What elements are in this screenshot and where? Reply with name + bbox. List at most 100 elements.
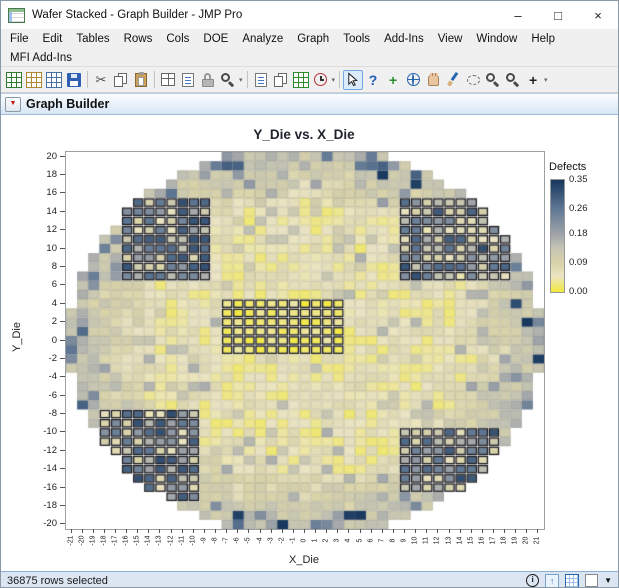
minimize-button[interactable]: –	[498, 1, 538, 29]
x-axis-tick-label: 16	[478, 536, 486, 545]
menu-bar: File Edit Tables Rows Cols DOE Analyze Graph Too…	[1, 29, 618, 50]
app-window: Wafer Stacked - Graph Builder - JMP Pro …	[0, 0, 619, 588]
help-tool-icon[interactable]: ?	[363, 70, 383, 90]
crosshair-tool-icon[interactable]: +	[383, 70, 403, 90]
x-axis-tick-label: -6	[233, 537, 241, 544]
toolbar-separator	[246, 71, 248, 88]
x-axis-tick-label: 5	[356, 538, 364, 543]
x-axis-tick-label: 4	[344, 538, 352, 543]
cut-icon[interactable]: ✂	[91, 70, 111, 90]
x-axis-tick-label: 14	[456, 536, 464, 545]
zoom-out-tool-icon[interactable]	[483, 70, 503, 90]
y-axis-tick-label: 6	[51, 279, 57, 291]
maximize-button[interactable]: □	[538, 1, 578, 29]
graph-builder-header: ▼ Graph Builder	[1, 93, 618, 115]
menu-mfi-add-ins[interactable]: MFI Add-Ins	[3, 50, 79, 66]
menu-help[interactable]: Help	[524, 29, 562, 50]
x-axis-tick-label: -8	[211, 537, 219, 544]
menu-window[interactable]: Window	[469, 29, 524, 50]
close-button[interactable]: ×	[578, 1, 618, 29]
legend-tick-label: 0.00	[569, 286, 588, 297]
x-axis-tick-label: 11	[422, 536, 430, 545]
toolbar-overflow-chevron[interactable]: ▾	[332, 76, 336, 84]
x-axis-tick-label: -3	[267, 537, 275, 544]
x-axis-tick-label: 18	[500, 536, 508, 545]
y-tick-mark	[60, 413, 65, 415]
save-icon[interactable]	[64, 70, 84, 90]
x-axis-tick-label: 2	[322, 538, 330, 543]
status-info-icon[interactable]: i	[526, 574, 540, 587]
status-swatch-icon[interactable]	[585, 574, 599, 587]
x-axis-tick-label: 1	[311, 538, 319, 543]
x-axis-tick-label: -11	[178, 535, 186, 546]
panel-title: Graph Builder	[26, 97, 110, 111]
y-tick-mark	[60, 302, 65, 304]
x-axis-tick-label: 0	[300, 538, 308, 543]
y-tick-mark	[60, 247, 65, 249]
copy-document-icon[interactable]	[271, 70, 291, 90]
zoom-in-tool-icon[interactable]	[503, 70, 523, 90]
y-axis-tick-label: -12	[43, 444, 57, 456]
y-tick-mark	[60, 449, 65, 451]
y-axis-tick-label: -4	[48, 371, 57, 383]
summary-table-icon[interactable]	[158, 70, 178, 90]
menu-graph[interactable]: Graph	[290, 29, 336, 50]
menu-rows[interactable]: Rows	[117, 29, 160, 50]
paste-icon[interactable]	[131, 70, 151, 90]
x-axis-tick-label: -14	[144, 535, 152, 546]
lasso-tool-icon[interactable]	[463, 70, 483, 90]
x-axis-tick-label: 10	[411, 536, 419, 545]
database-query-icon[interactable]	[44, 70, 64, 90]
y-tick-mark	[60, 339, 65, 341]
x-axis-tick-label: 21	[533, 536, 541, 545]
toolbar-separator	[87, 71, 88, 88]
y-tick-mark	[60, 376, 65, 378]
x-axis-label[interactable]: X_Die	[65, 554, 543, 566]
menu-view[interactable]: View	[431, 29, 470, 50]
x-axis-tick-label: 12	[433, 536, 441, 545]
copy-icon[interactable]	[111, 70, 131, 90]
status-text: 36875 rows selected	[7, 574, 108, 587]
defects-legend[interactable]: Defects 0.35 0.26 0.18 0.09 0.00	[549, 161, 618, 321]
menu-analyze[interactable]: Analyze	[235, 29, 290, 50]
y-axis-tick-label: -20	[43, 518, 57, 530]
legend-tick-label: 0.09	[569, 257, 588, 269]
status-dropdown-icon[interactable]: ▼	[604, 575, 612, 587]
menu-doe[interactable]: DOE	[196, 29, 235, 50]
lock-icon[interactable]	[198, 70, 218, 90]
y-tick-mark	[60, 394, 65, 396]
x-axis-tick-label: 19	[511, 536, 519, 545]
x-axis-tick-label: 9	[400, 538, 408, 543]
status-grid-icon[interactable]	[565, 573, 580, 587]
legend-title: Defects	[549, 161, 587, 173]
menu-file[interactable]: File	[3, 29, 36, 50]
journal-icon[interactable]	[178, 70, 198, 90]
arrow-tool-icon[interactable]	[343, 69, 364, 90]
legend-gradient[interactable]	[550, 179, 565, 293]
menu-edit[interactable]: Edit	[36, 29, 70, 50]
y-axis-label[interactable]: Y_Die	[11, 315, 23, 359]
recent-files-icon[interactable]	[311, 70, 331, 90]
grabber-tool-icon[interactable]	[423, 70, 443, 90]
titlebar[interactable]: Wafer Stacked - Graph Builder - JMP Pro …	[1, 1, 618, 29]
plus-tool-icon[interactable]: +	[523, 70, 543, 90]
menu-cols[interactable]: Cols	[159, 29, 196, 50]
x-axis-tick-label: 20	[522, 536, 530, 545]
red-triangle-button[interactable]: ▼	[5, 96, 21, 112]
toolbar-separator	[339, 71, 341, 88]
toolbar-overflow-chevron[interactable]: ▾	[544, 76, 548, 84]
status-up-arrow-icon[interactable]: ↑	[545, 573, 560, 587]
wafer-heatmap[interactable]	[65, 151, 545, 530]
update-table-icon[interactable]	[291, 70, 311, 90]
globe-tool-icon[interactable]	[403, 70, 423, 90]
y-tick-mark	[60, 284, 65, 286]
menu-tables[interactable]: Tables	[69, 29, 116, 50]
menu-tools[interactable]: Tools	[336, 29, 377, 50]
menu-add-ins[interactable]: Add-Ins	[377, 29, 431, 50]
brush-tool-icon[interactable]	[443, 70, 463, 90]
search-icon[interactable]	[218, 70, 238, 90]
new-data-table-icon[interactable]	[4, 70, 24, 90]
toolbar-overflow-chevron[interactable]: ▾	[239, 76, 243, 84]
open-table-icon[interactable]	[24, 70, 44, 90]
new-journal-page-icon[interactable]	[251, 70, 271, 90]
